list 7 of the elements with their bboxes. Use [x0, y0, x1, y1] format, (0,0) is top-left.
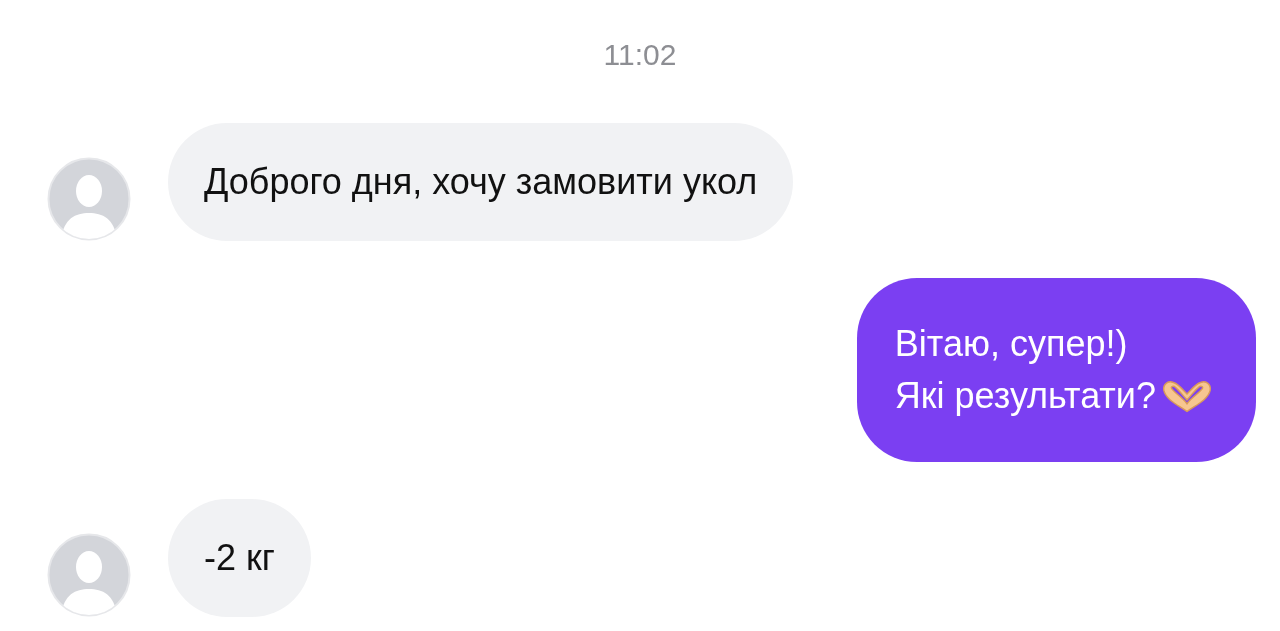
avatar-icon[interactable]: [47, 157, 131, 241]
message-text: Які результати?: [894, 374, 1156, 418]
message-text: -2 кг: [204, 536, 275, 580]
message-text: Вітаю, супер!): [894, 322, 1128, 366]
avatar-icon[interactable]: [47, 533, 131, 617]
message-timestamp: 11:02: [602, 37, 678, 73]
message-text: Доброго дня, хочу замовити укол: [204, 160, 758, 204]
